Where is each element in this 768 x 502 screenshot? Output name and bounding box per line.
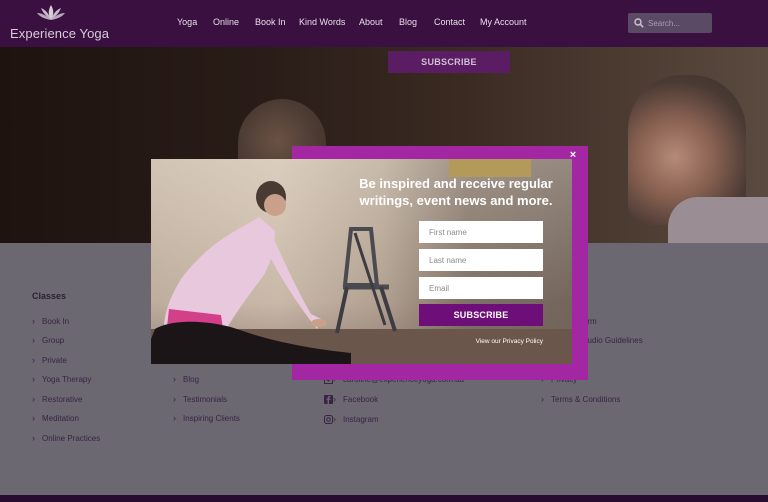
popup-heading: Be inspired and receive regular writings… <box>351 175 561 209</box>
privacy-policy-link[interactable]: View our Privacy Policy <box>451 338 543 345</box>
footer-link-meditation[interactable]: Meditation <box>32 413 79 423</box>
footer-classes-title: Classes <box>32 291 67 301</box>
footer-link-book-in[interactable]: Book In <box>32 316 69 326</box>
nav-my-account[interactable]: My Account <box>480 17 527 27</box>
footer-link-restorative[interactable]: Restorative <box>32 394 83 404</box>
instagram-icon <box>324 415 333 424</box>
footer-bottom-bar <box>0 495 768 502</box>
nav-book-in[interactable]: Book In <box>255 17 286 27</box>
site-logo[interactable]: Experience Yoga <box>10 4 109 44</box>
facebook-icon <box>324 395 333 404</box>
footer-link-private[interactable]: Private <box>32 355 67 365</box>
newsletter-popup: Be inspired and receive regular writings… <box>151 159 572 364</box>
first-name-field[interactable] <box>419 221 543 243</box>
site-header: Experience Yoga Yoga Online Book In Kind… <box>0 0 768 47</box>
footer-facebook-link[interactable]: Facebook <box>333 394 378 404</box>
search-input[interactable] <box>648 13 710 33</box>
email-field[interactable] <box>419 277 543 299</box>
search-box <box>628 13 712 33</box>
footer-link-studio-guidelines[interactable]: Studio Guidelines <box>570 335 643 345</box>
footer-link-inspiring-clients[interactable]: Inspiring Clients <box>173 413 240 423</box>
nav-online[interactable]: Online <box>213 17 239 27</box>
nav-contact[interactable]: Contact <box>434 17 465 27</box>
nav-yoga[interactable]: Yoga <box>177 17 197 27</box>
footer-link-online-practices[interactable]: Online Practices <box>32 433 100 443</box>
nav-blog[interactable]: Blog <box>399 17 417 27</box>
last-name-field[interactable] <box>419 249 543 271</box>
hero-subscribe-button[interactable]: SUBSCRIBE <box>388 51 510 73</box>
nav-about[interactable]: About <box>359 17 383 27</box>
popup-yoga-figure-image <box>151 181 351 364</box>
footer-link-testimonials[interactable]: Testimonials <box>173 394 227 404</box>
popup-heading-line-1: Be inspired and receive regular <box>359 176 553 191</box>
popup-subscribe-button[interactable]: SUBSCRIBE <box>419 304 543 326</box>
footer-link-yoga-therapy[interactable]: Yoga Therapy <box>32 374 91 384</box>
hero-person-shirt <box>668 197 768 243</box>
lotus-icon <box>37 5 65 20</box>
footer-link-blog[interactable]: Blog <box>173 374 199 384</box>
footer-link-group[interactable]: Group <box>32 335 64 345</box>
popup-close-icon[interactable]: × <box>566 148 580 162</box>
popup-heading-line-2: writings, event news and more. <box>359 193 553 208</box>
nav-kind-words[interactable]: Kind Words <box>299 17 345 27</box>
search-icon[interactable] <box>634 18 644 28</box>
logo-text: Experience Yoga <box>10 26 110 41</box>
footer-instagram-link[interactable]: Instagram <box>333 414 378 424</box>
footer-link-terms[interactable]: Terms & Conditions <box>541 394 620 404</box>
